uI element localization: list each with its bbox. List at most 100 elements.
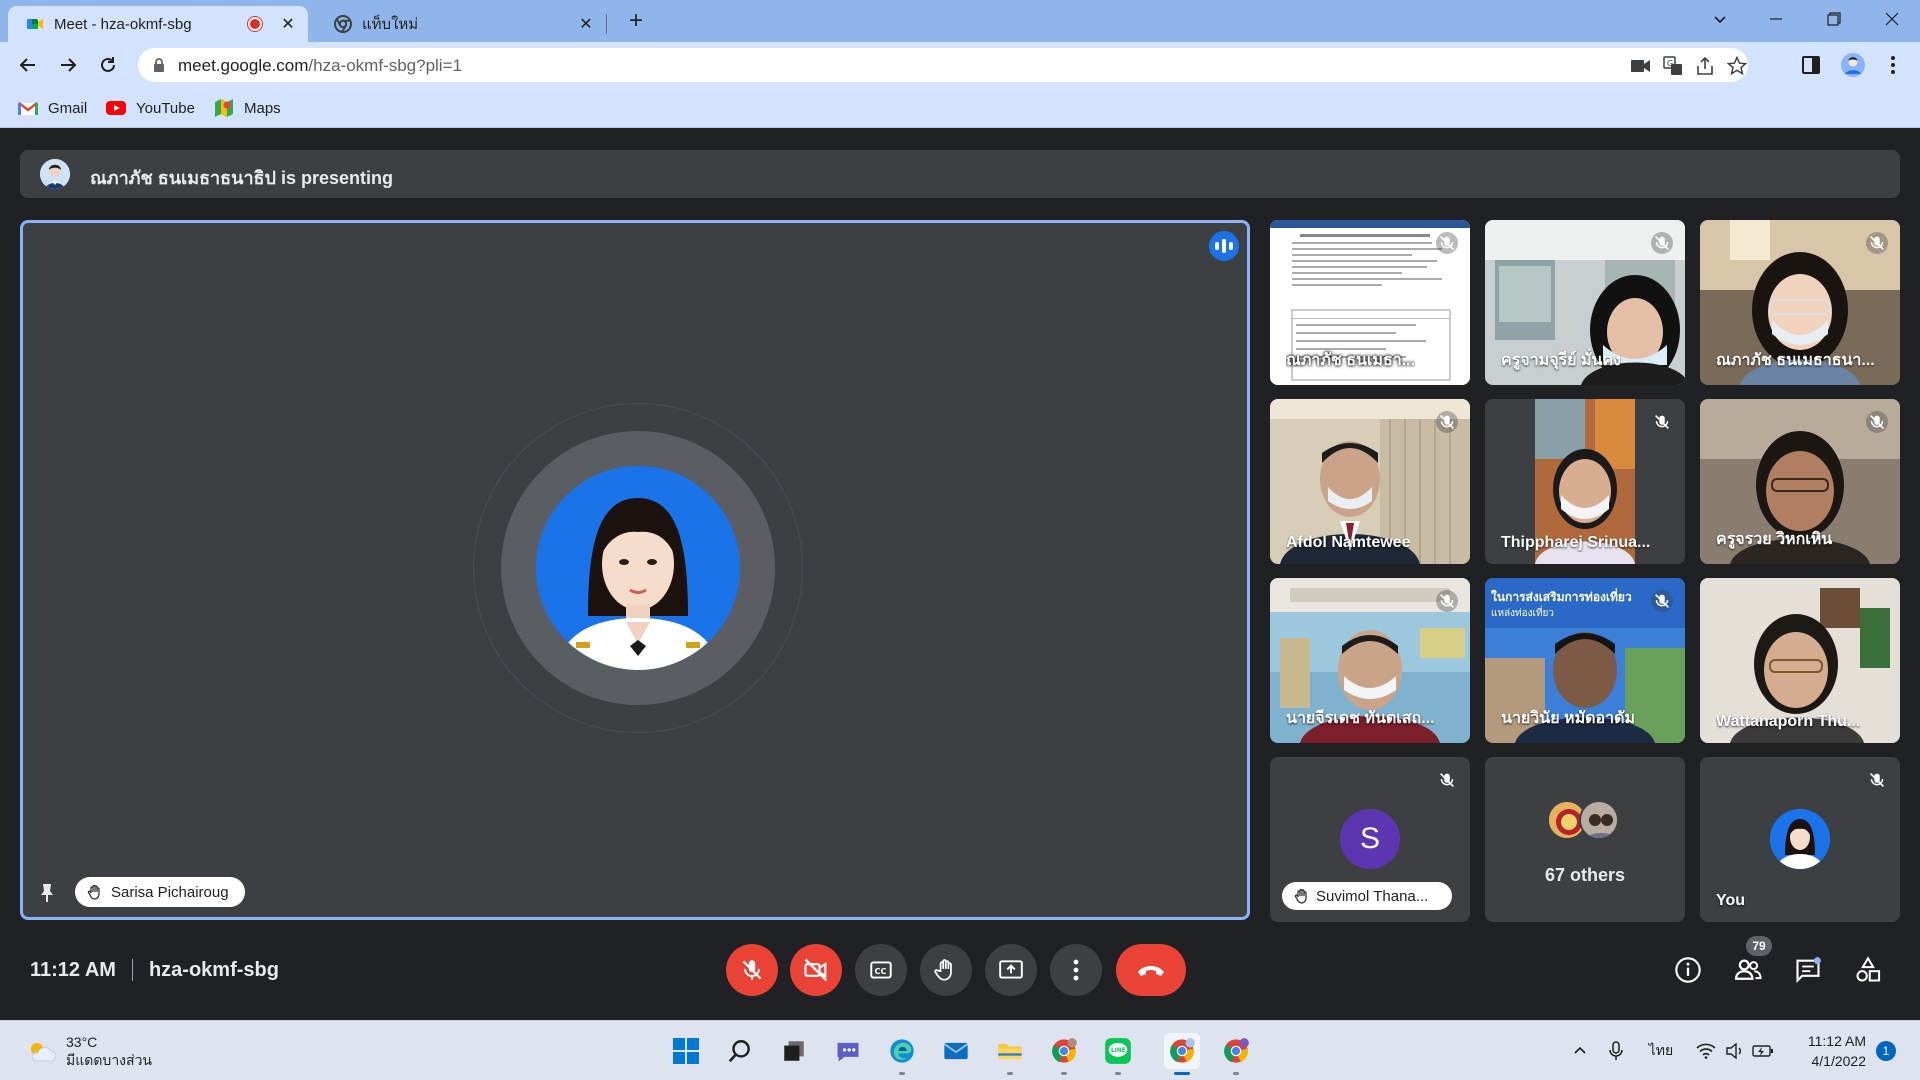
- camera-off-icon: [804, 958, 828, 982]
- running-indicator: [1115, 1072, 1121, 1075]
- mic-toggle-button[interactable]: [726, 944, 778, 996]
- camera-toggle-button[interactable]: [790, 944, 842, 996]
- tab-meet[interactable]: Meet - hza-okmf-sbg ✕: [8, 6, 308, 42]
- reload-icon: [101, 57, 115, 72]
- forward-button[interactable]: [52, 49, 84, 81]
- wifi-icon: [1696, 1043, 1716, 1059]
- people-button[interactable]: [1732, 954, 1764, 986]
- input-language-button[interactable]: ไทย: [1644, 1039, 1678, 1063]
- chat-button[interactable]: [1792, 954, 1824, 986]
- bookmark-maps[interactable]: Maps: [214, 96, 281, 120]
- self-tile[interactable]: You: [1700, 757, 1900, 922]
- self-avatar: [1770, 809, 1830, 869]
- tab-new[interactable]: แท็บใหม่ ✕: [316, 6, 606, 42]
- teams-chat-icon: [837, 1042, 859, 1062]
- tab-separator: [606, 14, 607, 34]
- participant-tile[interactable]: นายจีรเดช ทันตเสถ...: [1270, 578, 1470, 743]
- restore-button[interactable]: [1808, 0, 1860, 38]
- translate-icon[interactable]: G: [1662, 55, 1684, 77]
- battery-tray-button[interactable]: [1750, 1039, 1776, 1063]
- captions-button[interactable]: CC: [855, 944, 907, 996]
- running-indicator: [1061, 1072, 1067, 1075]
- activities-button[interactable]: [1852, 954, 1884, 986]
- share-icon[interactable]: [1694, 55, 1716, 77]
- reload-button[interactable]: [92, 49, 124, 81]
- participant-tile[interactable]: ในการส่งเสริมการท่องเที่ยว แหล่งท่องเที่…: [1485, 578, 1685, 743]
- more-options-button[interactable]: [1050, 944, 1102, 996]
- task-view-button[interactable]: [776, 1033, 812, 1069]
- edge-app[interactable]: [884, 1033, 920, 1075]
- tab-title: Meet - hza-okmf-sbg: [54, 15, 192, 33]
- chrome-profile-app[interactable]: [1046, 1033, 1082, 1075]
- line-app[interactable]: LINE: [1100, 1033, 1136, 1075]
- participant-tile-screen-share[interactable]: ณภาภัช ธนเมธา...: [1270, 220, 1470, 385]
- mic-off-icon: [1436, 411, 1458, 433]
- url-text: meet.google.com/hza-okmf-sbg?pli=1: [178, 56, 462, 76]
- new-tab-button[interactable]: +: [622, 8, 650, 36]
- camera-in-use-icon[interactable]: [1630, 55, 1652, 77]
- recording-indicator-icon: [248, 17, 262, 31]
- close-tab-icon[interactable]: ✕: [574, 14, 598, 34]
- mic-off-icon: [1869, 772, 1885, 788]
- participant-tile[interactable]: ครูจรวย วิหกเหิน: [1700, 399, 1900, 564]
- bookmark-youtube[interactable]: YouTube: [106, 96, 195, 120]
- address-bar[interactable]: meet.google.com/hza-okmf-sbg?pli=1 G: [138, 48, 1748, 82]
- restore-icon: [1827, 12, 1841, 26]
- participant-tile[interactable]: ณภาภัช ธนเมธาธนา...: [1700, 220, 1900, 385]
- chrome-second-profile-app[interactable]: [1218, 1033, 1254, 1075]
- svg-text:CC: CC: [875, 966, 887, 976]
- microphone-tray-button[interactable]: [1604, 1039, 1628, 1063]
- weather-widget[interactable]: 33°C มีแดดบางส่วน: [26, 1033, 152, 1069]
- tab-search-button[interactable]: [1694, 0, 1746, 38]
- mic-off-icon: [1651, 590, 1673, 612]
- taskbar-clock[interactable]: 11:12 AM 4/1/2022: [1788, 1031, 1866, 1071]
- start-button[interactable]: [668, 1033, 704, 1069]
- chrome-active-app[interactable]: [1164, 1033, 1200, 1075]
- tab-strip: Meet - hza-okmf-sbg ✕ แท็บใหม่ ✕ +: [0, 0, 1920, 42]
- participant-name: Wattanaporn Thu...: [1716, 713, 1861, 730]
- leave-call-button[interactable]: [1116, 944, 1186, 996]
- participant-name: ณภาภัช ธนเมธา...: [1286, 352, 1416, 369]
- pin-icon[interactable]: [35, 881, 59, 905]
- raise-hand-button[interactable]: [920, 944, 972, 996]
- windows-taskbar: 33°C มีแดดบางส่วน LINE ไทย 11:12 AM 4/1/…: [0, 1020, 1920, 1080]
- close-window-button[interactable]: [1866, 0, 1918, 38]
- meeting-details: 11:12 AM hza-okmf-sbg: [30, 958, 279, 982]
- minimize-button[interactable]: [1750, 0, 1802, 38]
- participant-tile[interactable]: Thippharej Srinua...: [1485, 399, 1685, 564]
- side-panel-button[interactable]: [1798, 52, 1824, 78]
- chrome-icon: [334, 15, 352, 33]
- teams-chat-app[interactable]: [830, 1033, 866, 1069]
- browser-menu-button[interactable]: [1880, 52, 1906, 78]
- close-icon: [1885, 12, 1899, 26]
- wifi-tray-button[interactable]: [1694, 1039, 1718, 1063]
- others-tile[interactable]: 67 others: [1485, 757, 1685, 922]
- show-hidden-icons-button[interactable]: [1568, 1039, 1592, 1063]
- present-now-button[interactable]: [985, 944, 1037, 996]
- raised-hand-icon: [87, 884, 100, 900]
- participant-tile[interactable]: Afdol Namtewee: [1270, 399, 1470, 564]
- meeting-time: 11:12 AM: [30, 958, 116, 981]
- temperature: 33°C: [66, 1034, 98, 1050]
- closed-caption-icon: CC: [870, 961, 892, 979]
- participant-tile[interactable]: Wattanaporn Thu...: [1700, 578, 1900, 743]
- file-explorer-app[interactable]: [992, 1033, 1028, 1075]
- back-button[interactable]: [12, 49, 44, 81]
- self-label: You: [1716, 892, 1746, 909]
- volume-tray-button[interactable]: [1724, 1039, 1746, 1063]
- notification-badge[interactable]: 1: [1876, 1041, 1896, 1061]
- svg-text:LINE: LINE: [1111, 1048, 1126, 1054]
- participant-tile[interactable]: ครูจามจุรีย์ มั่นคง: [1485, 220, 1685, 385]
- bookmark-star-icon[interactable]: [1726, 55, 1748, 77]
- bookmark-gmail[interactable]: Gmail: [18, 96, 87, 120]
- participant-tile[interactable]: S Suvimol Thana...: [1270, 757, 1470, 922]
- profile-button[interactable]: [1840, 52, 1866, 78]
- call-end-icon: [1138, 966, 1164, 976]
- mail-app[interactable]: [938, 1033, 974, 1069]
- main-speaker-tile[interactable]: Sarisa Pichairoug: [20, 220, 1250, 920]
- search-button[interactable]: [722, 1033, 758, 1069]
- close-tab-icon[interactable]: ✕: [276, 14, 300, 34]
- meeting-details-button[interactable]: [1672, 954, 1704, 986]
- banner-subtext: แหล่งท่องเที่ยว: [1491, 608, 1555, 619]
- presenting-banner: ณภาภัช ธนเมธาธนาธิป is presenting: [20, 150, 1900, 198]
